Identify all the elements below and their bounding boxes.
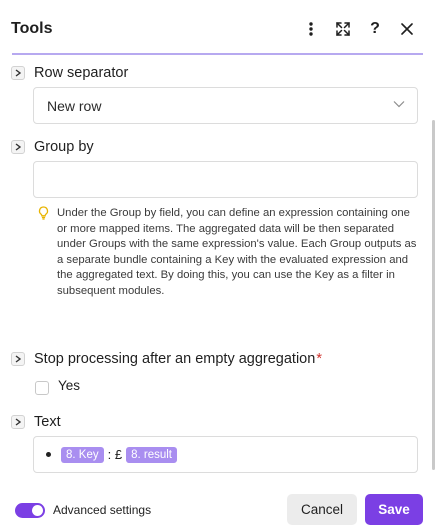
panel-footer: Advanced settings Cancel Save [0, 490, 436, 530]
group-by-label: Group by [34, 139, 94, 155]
expand-icon[interactable] [334, 18, 352, 40]
group-by-input[interactable] [33, 161, 418, 198]
chevron-right-icon[interactable] [11, 66, 25, 80]
hint-text: Under the Group by field, you can define… [57, 207, 417, 297]
mapped-pill-key[interactable]: 8. Key [61, 446, 104, 463]
lightbulb-icon [38, 206, 52, 300]
row-separator-value: New row [47, 97, 102, 114]
required-marker: * [316, 351, 322, 367]
toggle-knob [32, 505, 43, 516]
row-separator-label: Row separator [34, 65, 129, 81]
section-stop-processing[interactable]: Stop processing after an empty aggregati… [11, 351, 322, 367]
text-label: Text [34, 414, 61, 430]
section-text[interactable]: Text [11, 414, 61, 430]
stop-processing-option[interactable]: Yes [35, 375, 80, 395]
chevron-down-icon [393, 101, 405, 108]
more-vertical-icon[interactable] [302, 18, 320, 40]
help-icon[interactable]: ? [366, 18, 384, 40]
mapped-pill-result[interactable]: 8. result [126, 446, 177, 463]
advanced-settings-label: Advanced settings [53, 503, 152, 517]
stop-processing-label: Stop processing after an empty aggregati… [34, 351, 316, 367]
panel-header: Tools ? [0, 0, 436, 56]
text-separator: : £ [107, 447, 123, 462]
chevron-right-icon[interactable] [11, 415, 25, 429]
yes-checkbox-label: Yes [58, 377, 81, 393]
chevron-right-icon[interactable] [11, 140, 25, 154]
section-group-by[interactable]: Group by [11, 139, 94, 155]
bullet [46, 452, 51, 457]
cancel-button[interactable]: Cancel [287, 494, 357, 525]
panel-title: Tools [11, 20, 53, 37]
text-input[interactable]: 8. Key : £ 8. result [33, 436, 418, 473]
advanced-settings-toggle[interactable] [15, 503, 45, 518]
chevron-right-icon[interactable] [11, 352, 25, 366]
header-actions: ? [302, 18, 416, 40]
scrollbar[interactable] [432, 120, 435, 470]
save-button[interactable]: Save [365, 494, 423, 525]
header-divider [12, 53, 423, 55]
group-by-hint: Under the Group by field, you can define… [38, 206, 422, 300]
row-separator-select[interactable]: New row [33, 87, 418, 124]
section-row-separator[interactable]: Row separator [11, 65, 128, 81]
close-icon[interactable] [398, 18, 416, 40]
yes-checkbox[interactable] [35, 381, 49, 395]
